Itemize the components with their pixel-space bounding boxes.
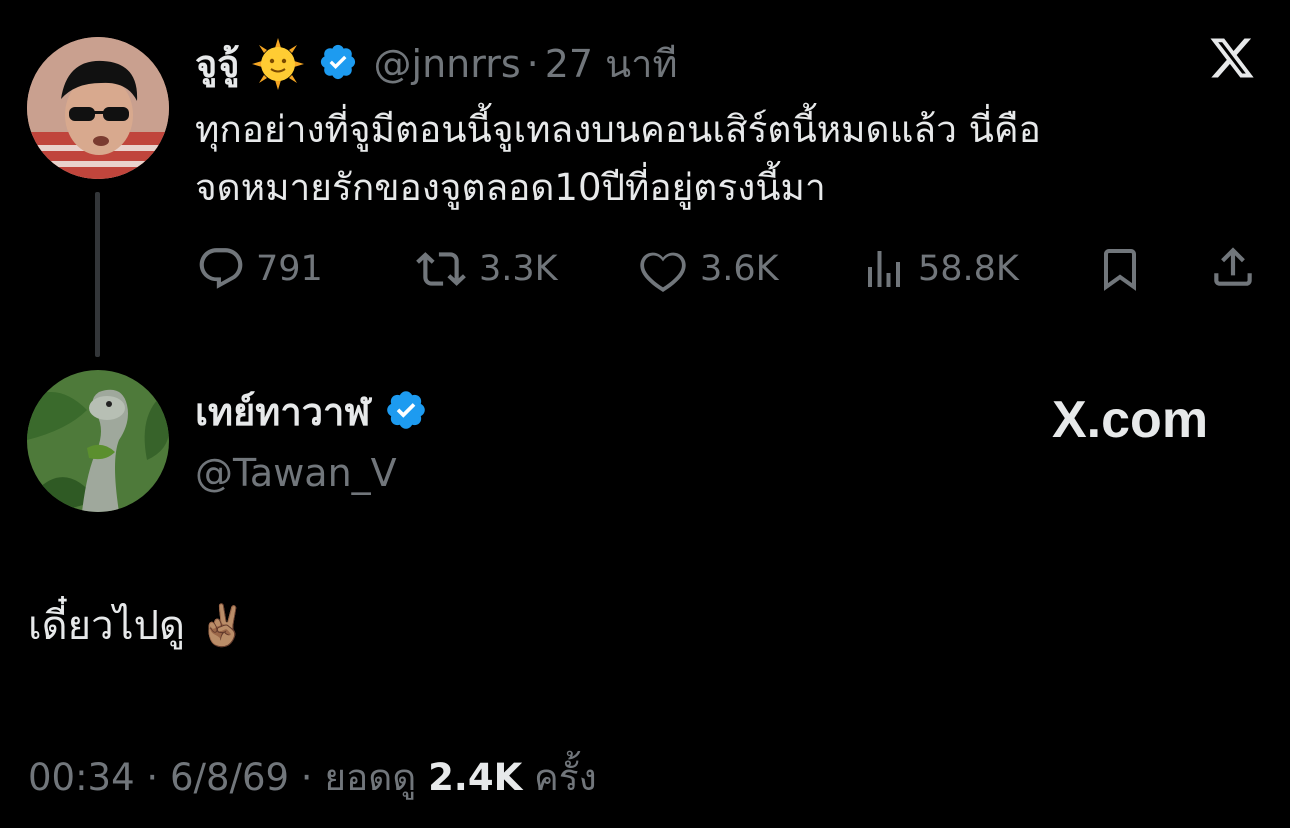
- quoted-tweet-text: ทุกอย่างที่จูมีตอนนี้จูเทลงบนคอนเสิร์ตนี…: [195, 101, 1255, 217]
- repost-icon: [416, 252, 466, 286]
- reply-author-name[interactable]: เทย์ทาวาฬ: [195, 389, 370, 435]
- reply-author-avatar[interactable]: [27, 370, 169, 512]
- footer-views-count: 2.4K: [428, 756, 523, 799]
- verified-badge-icon[interactable]: [384, 388, 428, 436]
- reply-tweet-header: เทย์ทาวาฬ: [195, 388, 428, 436]
- like-icon: [640, 252, 686, 293]
- reply-count: 791: [256, 249, 323, 289]
- views-count: 58.8K: [918, 249, 1019, 289]
- quoted-author-handle[interactable]: @jnnrrs: [374, 41, 521, 87]
- like-action[interactable]: 3.6K: [636, 244, 779, 294]
- tweet-footer: 00:34 · 6/8/69 · ยอดดู 2.4K ครั้ง: [28, 748, 597, 807]
- bookmark-icon[interactable]: [1096, 244, 1144, 298]
- views-action[interactable]: 58.8K: [860, 244, 1019, 294]
- repost-action[interactable]: 3.3K: [413, 244, 558, 294]
- x-logo-icon[interactable]: [1208, 34, 1256, 82]
- quoted-tweet-text-line2: จดหมายรักของจูตลอด10ปีที่อยู่ตรงนี้มา: [195, 166, 826, 209]
- footer-sep1: ·: [146, 756, 159, 799]
- quoted-tweet-text-line1: ทุกอย่างที่จูมีตอนนี้จูเทลงบนคอนเสิร์ตนี…: [195, 108, 1041, 151]
- like-count: 3.6K: [700, 249, 779, 289]
- footer-time[interactable]: 00:34: [28, 756, 135, 799]
- quoted-tweet-header: จูจู้ @jnnrrs · 27 นาที: [195, 36, 678, 92]
- footer-sep2: ·: [300, 756, 313, 799]
- sun-emoji-icon: [250, 36, 306, 92]
- share-icon[interactable]: [1208, 242, 1258, 296]
- thread-connector-line: [95, 192, 100, 357]
- reply-action[interactable]: 791: [196, 244, 323, 294]
- reply-author-handle[interactable]: @Tawan_V: [195, 450, 397, 496]
- quoted-author-avatar[interactable]: [27, 37, 169, 179]
- footer-views-unit: ครั้ง: [534, 756, 597, 799]
- reply-icon: [199, 248, 243, 289]
- x-com-watermark: X.com: [1052, 391, 1209, 449]
- header-separator: ·: [526, 42, 539, 86]
- quoted-time-ago[interactable]: 27 นาที: [545, 41, 678, 87]
- reply-tweet-text: เดี๋ยวไปดู ✌🏽: [28, 603, 248, 649]
- footer-views-label: ยอดดู: [324, 756, 417, 799]
- repost-count: 3.3K: [479, 249, 558, 289]
- quoted-author-name[interactable]: จูจู้: [195, 41, 240, 87]
- views-icon: [868, 251, 900, 287]
- footer-date[interactable]: 6/8/69: [170, 756, 289, 799]
- verified-badge-icon[interactable]: [318, 42, 358, 86]
